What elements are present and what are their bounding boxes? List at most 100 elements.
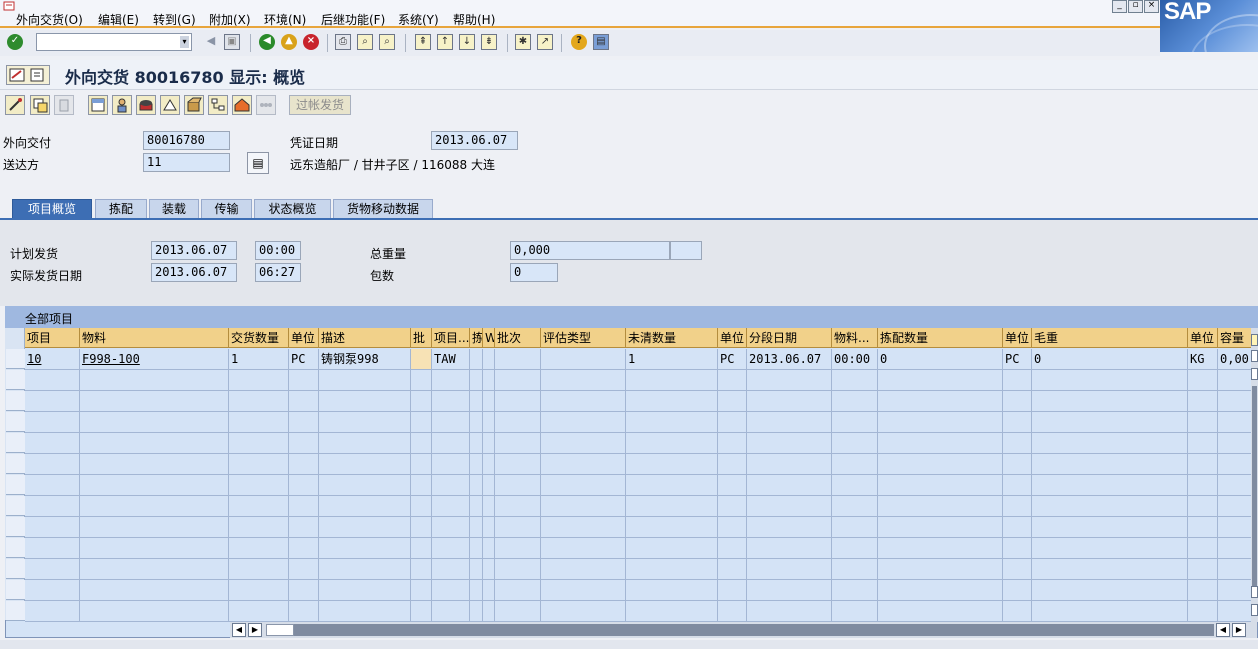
delete-icon[interactable] bbox=[54, 95, 74, 115]
cell-pick[interactable] bbox=[470, 349, 483, 369]
col-unit[interactable]: 单位 bbox=[289, 328, 319, 348]
cell-description[interactable] bbox=[319, 391, 411, 411]
cell-batch-flag[interactable] bbox=[411, 454, 432, 474]
cell-description[interactable] bbox=[319, 517, 411, 537]
cell-unit-3[interactable]: PC bbox=[1003, 349, 1032, 369]
cell-picked-qty[interactable] bbox=[878, 475, 1003, 495]
cell-open-qty[interactable] bbox=[626, 559, 718, 579]
cell-delivery-qty[interactable] bbox=[229, 454, 289, 474]
cell-delivery-qty[interactable] bbox=[229, 580, 289, 600]
cell-material[interactable] bbox=[80, 391, 229, 411]
cell-item[interactable] bbox=[25, 475, 80, 495]
shortcut-icon[interactable]: ↗ bbox=[537, 34, 553, 50]
cell-volume[interactable] bbox=[1218, 538, 1253, 558]
cell-w[interactable] bbox=[483, 601, 495, 621]
cell-schedule-date[interactable] bbox=[747, 580, 832, 600]
menu-goto[interactable]: 转到(G) bbox=[153, 11, 196, 28]
cell-delivery-qty[interactable] bbox=[229, 370, 289, 390]
cell-item-category[interactable] bbox=[432, 412, 470, 432]
cell-description[interactable] bbox=[319, 454, 411, 474]
weight-unit-field[interactable] bbox=[670, 241, 702, 260]
row-selector[interactable] bbox=[6, 412, 25, 432]
cell-picked-qty[interactable] bbox=[878, 433, 1003, 453]
cell-material-avail[interactable] bbox=[832, 496, 878, 516]
cell-schedule-date[interactable] bbox=[747, 601, 832, 621]
cell-material-avail[interactable] bbox=[832, 412, 878, 432]
col-w[interactable]: W bbox=[483, 328, 495, 348]
cell-unit[interactable] bbox=[289, 559, 319, 579]
cell-unit-2[interactable] bbox=[718, 580, 747, 600]
cell-material[interactable] bbox=[80, 475, 229, 495]
output-icon[interactable] bbox=[232, 95, 252, 115]
cell-unit-2[interactable] bbox=[718, 496, 747, 516]
cell-unit-4[interactable] bbox=[1188, 496, 1218, 516]
cell-open-qty[interactable] bbox=[626, 391, 718, 411]
document-date-field[interactable]: 2013.06.07 bbox=[431, 131, 518, 150]
status-icon[interactable] bbox=[256, 95, 276, 115]
cell-delivery-qty[interactable] bbox=[229, 496, 289, 516]
cell-w[interactable] bbox=[483, 580, 495, 600]
cell-delivery-qty[interactable] bbox=[229, 601, 289, 621]
cell-gross-weight[interactable] bbox=[1032, 412, 1188, 432]
cell-pick[interactable] bbox=[470, 433, 483, 453]
cell-unit-2[interactable] bbox=[718, 538, 747, 558]
cell-unit-4[interactable] bbox=[1188, 475, 1218, 495]
scroll-left-icon[interactable]: ◀ bbox=[232, 623, 246, 637]
cell-pick[interactable] bbox=[470, 580, 483, 600]
col-open-qty[interactable]: 未清数量 bbox=[626, 328, 718, 348]
cell-open-qty[interactable] bbox=[626, 370, 718, 390]
cell-schedule-date[interactable] bbox=[747, 496, 832, 516]
cell-delivery-qty[interactable] bbox=[229, 475, 289, 495]
cell-unit-4[interactable] bbox=[1188, 538, 1218, 558]
cell-material-avail[interactable] bbox=[832, 475, 878, 495]
cell-valuation-type[interactable] bbox=[541, 496, 626, 516]
cell-material-avail[interactable] bbox=[832, 538, 878, 558]
col-batch[interactable]: 批次 bbox=[495, 328, 541, 348]
cell-w[interactable] bbox=[483, 454, 495, 474]
cell-unit-3[interactable] bbox=[1003, 496, 1032, 516]
cell-batch[interactable] bbox=[495, 370, 541, 390]
cell-pick[interactable] bbox=[470, 475, 483, 495]
cell-material-avail[interactable] bbox=[832, 580, 878, 600]
cell-pick[interactable] bbox=[470, 412, 483, 432]
find-icon[interactable]: ⌕ bbox=[357, 34, 373, 50]
cell-item-category[interactable]: TAW bbox=[432, 349, 470, 369]
cell-open-qty[interactable] bbox=[626, 538, 718, 558]
cell-item-category[interactable] bbox=[432, 433, 470, 453]
row-selector[interactable] bbox=[6, 433, 25, 453]
cell-open-qty[interactable] bbox=[626, 580, 718, 600]
cell-item-category[interactable] bbox=[432, 496, 470, 516]
column-settings-icon[interactable] bbox=[1251, 334, 1258, 346]
cell-volume[interactable]: 0,00 bbox=[1218, 349, 1253, 369]
cell-unit[interactable] bbox=[289, 475, 319, 495]
cell-schedule-date[interactable] bbox=[747, 559, 832, 579]
exit-icon[interactable]: ▲ bbox=[281, 34, 297, 50]
cell-material[interactable] bbox=[80, 370, 229, 390]
scroll-down-icon[interactable] bbox=[1251, 604, 1258, 616]
cell-unit-2[interactable] bbox=[718, 412, 747, 432]
cell-material-avail[interactable] bbox=[832, 559, 878, 579]
cell-batch[interactable] bbox=[495, 517, 541, 537]
cell-unit[interactable] bbox=[289, 601, 319, 621]
cell-unit-2[interactable] bbox=[718, 370, 747, 390]
header-details-icon[interactable] bbox=[88, 95, 108, 115]
texts-icon[interactable] bbox=[136, 95, 156, 115]
cell-item[interactable] bbox=[25, 538, 80, 558]
cell-unit-3[interactable] bbox=[1003, 391, 1032, 411]
find-next-icon[interactable]: ⌕ bbox=[379, 34, 395, 50]
col-gross-weight[interactable]: 毛重 bbox=[1032, 328, 1188, 348]
menu-help[interactable]: 帮助(H) bbox=[453, 11, 495, 28]
cell-schedule-date[interactable] bbox=[747, 433, 832, 453]
cell-picked-qty[interactable] bbox=[878, 580, 1003, 600]
col-delivery-qty[interactable]: 交货数量 bbox=[229, 328, 289, 348]
cell-schedule-date[interactable] bbox=[747, 454, 832, 474]
previous-page-icon[interactable]: ↑ bbox=[437, 34, 453, 50]
row-selector[interactable] bbox=[6, 496, 25, 516]
restore-icon[interactable]: ▫ bbox=[1128, 0, 1143, 13]
cell-unit-4[interactable] bbox=[1188, 517, 1218, 537]
cell-unit[interactable] bbox=[289, 370, 319, 390]
row-selector[interactable] bbox=[6, 601, 25, 621]
cell-unit-4[interactable] bbox=[1188, 391, 1218, 411]
cell-valuation-type[interactable] bbox=[541, 412, 626, 432]
cell-batch-flag[interactable] bbox=[411, 580, 432, 600]
